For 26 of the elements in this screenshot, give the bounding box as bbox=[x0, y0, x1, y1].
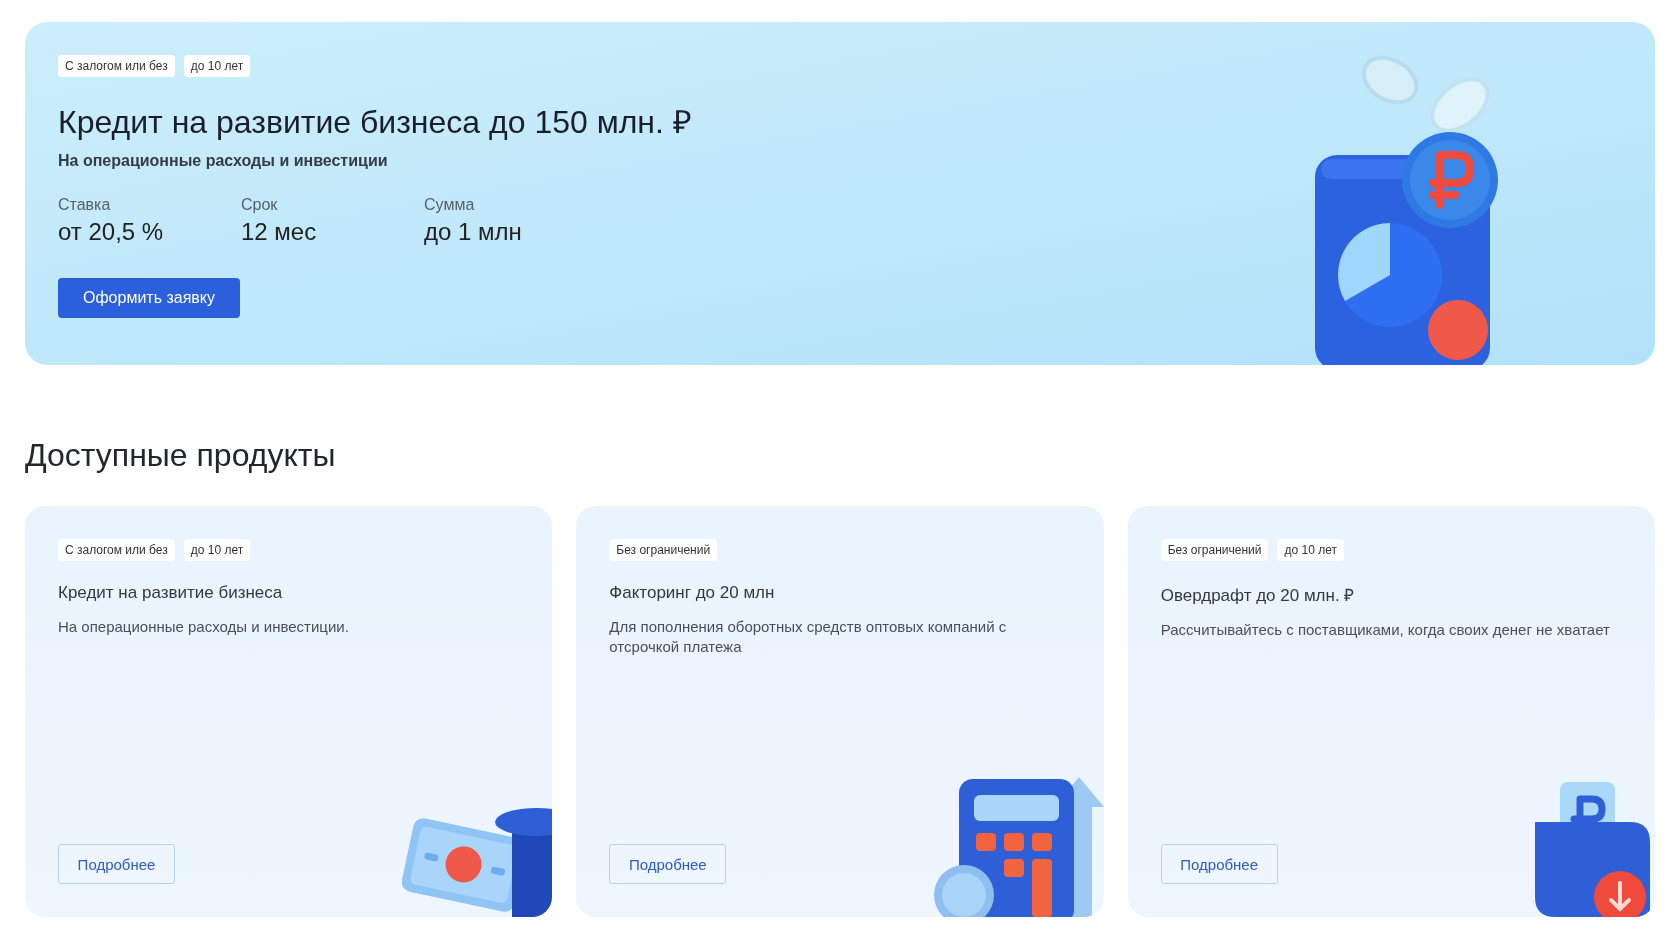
tag: С залогом или без bbox=[58, 539, 175, 561]
tag: Без ограничений bbox=[1160, 539, 1269, 561]
stat-value: от 20,5 % bbox=[58, 218, 165, 246]
details-button[interactable]: Подробнее bbox=[1160, 844, 1278, 884]
product-title: Кредит на развитие бизнеса bbox=[58, 583, 284, 603]
product-description: На операционные расходы и инвестиции. bbox=[58, 617, 350, 637]
tag: до 10 лет bbox=[183, 55, 251, 77]
apply-button[interactable]: Оформить заявку bbox=[58, 278, 240, 318]
product-title: Овердрафт до 20 млн. ₽ bbox=[1160, 585, 1356, 606]
stat-label: Ставка bbox=[58, 196, 112, 214]
product-title: Факторинг до 20 млн bbox=[609, 583, 776, 603]
banner-title: Кредит на развитие бизнеса до 150 млн. ₽ bbox=[58, 103, 692, 142]
stat-value: 12 мес bbox=[241, 218, 318, 246]
tag: С залогом или без bbox=[58, 55, 175, 77]
product-description: Для пополнения оборотных средств оптовых компаний с отсрочкой платежа bbox=[609, 617, 1008, 657]
stat-label: Срок bbox=[241, 196, 279, 214]
stat-value: до 1 млн bbox=[424, 218, 523, 246]
stat-label: Сумма bbox=[424, 196, 476, 214]
product-description: Рассчитывайтесь с поставщиками, когда своих денег не хватает bbox=[1160, 620, 1611, 640]
banner-subtitle: На операционные расходы и инвестиции bbox=[58, 152, 389, 170]
section-title: Доступные продукты bbox=[25, 437, 337, 474]
tag: Без ограничений bbox=[609, 539, 718, 561]
details-button[interactable]: Подробнее bbox=[609, 844, 727, 884]
tag: до 10 лет bbox=[1277, 539, 1344, 561]
details-button[interactable]: Подробнее bbox=[58, 844, 175, 884]
tag: до 10 лет bbox=[183, 539, 251, 561]
